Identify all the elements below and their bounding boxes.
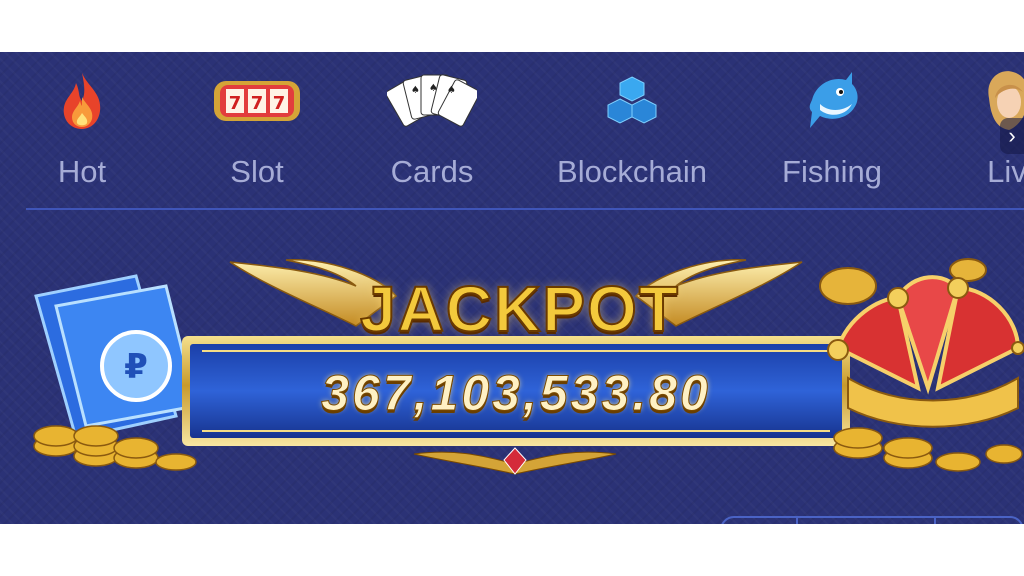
slot-machine-icon: 7 7 7 (192, 66, 322, 136)
svg-text:7: 7 (273, 93, 286, 114)
category-label: Blockchain (557, 154, 707, 189)
playing-cards-icon: ♠ ♠ ♠ (367, 66, 497, 136)
svg-text:7: 7 (251, 93, 264, 114)
nav-divider (26, 208, 1024, 210)
category-label: Cards (390, 154, 474, 189)
nav-next-arrow[interactable]: › (1000, 118, 1024, 154)
flame-icon (17, 66, 147, 136)
bottom-tab-strip[interactable] (720, 516, 1024, 524)
svg-text:♠: ♠ (411, 85, 420, 96)
gem-ornament (413, 447, 617, 475)
category-label: Liv (987, 154, 1024, 189)
jackpot-title: JACKPOT (359, 272, 680, 346)
category-hot[interactable]: Hot (17, 66, 147, 196)
jackpot-amount: 367,103,533.80 (321, 365, 711, 422)
svg-text:♠: ♠ (429, 83, 438, 94)
category-slot[interactable]: 7 7 7 Slot (192, 66, 322, 196)
shark-icon (767, 66, 897, 136)
jackpot-banner: ₽ JACKPOT 367,103,533.80 (0, 248, 1024, 498)
svg-text:7: 7 (229, 93, 242, 114)
svg-text:♠: ♠ (447, 85, 456, 96)
category-nav: Hot 7 7 7 Slot ♠ ♠ ♠ Cards Blockchain Fi… (0, 52, 1024, 208)
svg-text:₽: ₽ (124, 347, 148, 387)
category-label: Slot (230, 154, 284, 189)
category-fishing[interactable]: Fishing (767, 66, 897, 196)
category-label: Fishing (782, 154, 882, 189)
game-lobby-screen: Hot 7 7 7 Slot ♠ ♠ ♠ Cards Blockchain Fi… (0, 52, 1024, 524)
category-cards[interactable]: ♠ ♠ ♠ Cards (367, 66, 497, 196)
jester-hat-icon (819, 258, 1024, 472)
category-label: Hot (57, 154, 107, 189)
category-blockchain[interactable]: Blockchain (557, 66, 707, 196)
blockchain-icon (567, 66, 697, 136)
